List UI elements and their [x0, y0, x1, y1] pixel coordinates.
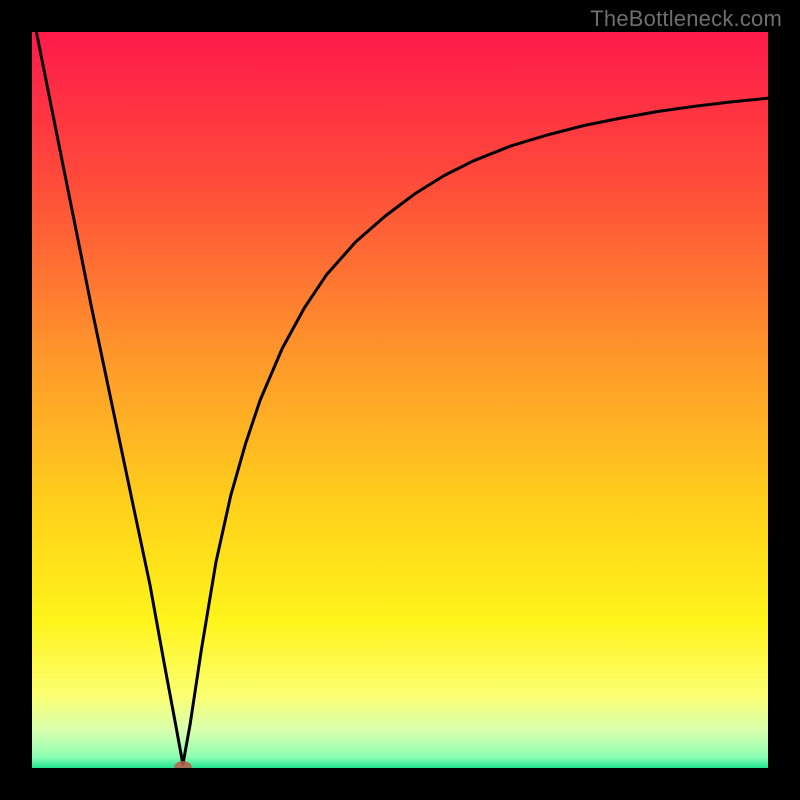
chart-curve	[32, 32, 768, 768]
chart-plot-area	[32, 32, 768, 768]
watermark-label: TheBottleneck.com	[590, 6, 782, 32]
curve-minimum-marker	[174, 761, 192, 768]
